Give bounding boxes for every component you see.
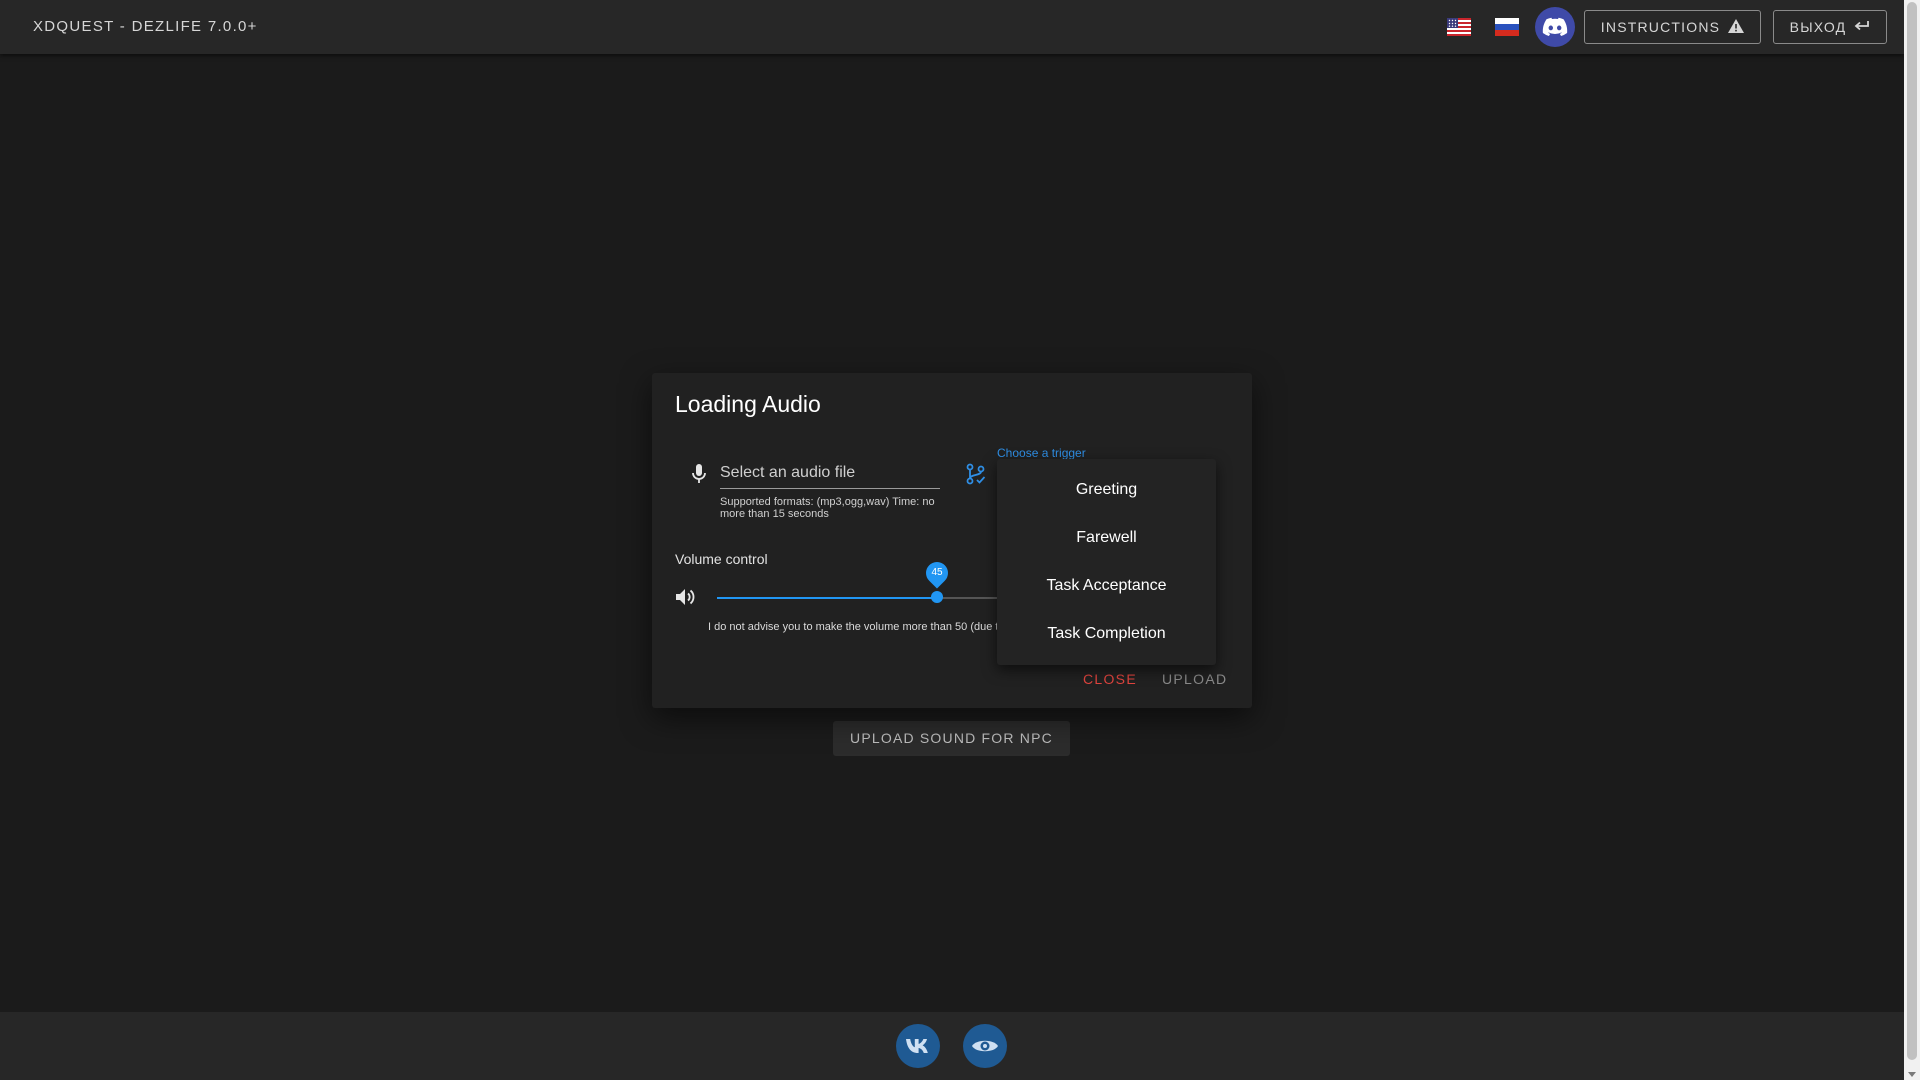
- trigger-dropdown-menu: Greeting Farewell Task Acceptance Task C…: [997, 459, 1216, 665]
- instructions-button[interactable]: INSTRUCTIONS: [1584, 10, 1761, 44]
- close-button[interactable]: CLOSE: [1083, 671, 1137, 687]
- audio-file-input[interactable]: Select an audio file: [720, 455, 940, 489]
- upload-button[interactable]: UPLOAD: [1162, 671, 1227, 687]
- upload-sound-for-npc-button[interactable]: UPLOAD SOUND FOR NPC: [833, 721, 1070, 756]
- exit-button[interactable]: ВЫХОД: [1773, 10, 1887, 44]
- dialog-title: Loading Audio: [675, 391, 821, 417]
- volume-warning-text: I do not advise you to make the volume m…: [708, 621, 998, 633]
- us-flag-icon[interactable]: [1447, 18, 1471, 36]
- volume-value-bubble: 45: [921, 557, 953, 589]
- trigger-option-task-acceptance[interactable]: Task Acceptance: [997, 562, 1216, 610]
- volume-slider-thumb[interactable]: [930, 591, 943, 603]
- trigger-select-label[interactable]: Choose a trigger: [997, 446, 1086, 460]
- page-scrollbar[interactable]: [1904, 0, 1920, 1080]
- warning-icon: [1728, 18, 1745, 36]
- volume-control-label: Volume control: [675, 551, 768, 567]
- speaker-icon[interactable]: [675, 587, 697, 612]
- app-title: XDQUEST - DEZLIFE 7.0.0+: [33, 18, 258, 35]
- instructions-label: INSTRUCTIONS: [1600, 19, 1721, 35]
- app-bar: XDQUEST - DEZLIFE 7.0.0+ INSTRUCTIONS ВЫ…: [0, 0, 1904, 54]
- file-format-hint: Supported formats: (mp3,ogg,wav) Time: n…: [720, 496, 935, 520]
- exit-label: ВЫХОД: [1789, 19, 1847, 35]
- trigger-option-task-completion[interactable]: Task Completion: [997, 610, 1216, 658]
- eye-icon[interactable]: [963, 1024, 1007, 1068]
- return-arrow-icon: [1854, 19, 1870, 35]
- trigger-option-farewell[interactable]: Farewell: [997, 514, 1216, 562]
- volume-slider-fill: [717, 597, 937, 599]
- branch-check-icon[interactable]: [966, 463, 986, 490]
- volume-value: 45: [931, 567, 943, 578]
- vk-icon[interactable]: [896, 1024, 940, 1068]
- scrollbar-thumb[interactable]: [1907, 2, 1917, 1060]
- footer: [0, 1012, 1904, 1080]
- ru-flag-icon[interactable]: [1495, 18, 1519, 36]
- discord-icon[interactable]: [1535, 7, 1575, 47]
- microphone-icon: [692, 464, 706, 489]
- scroll-down-arrow-icon[interactable]: [1908, 1072, 1916, 1077]
- trigger-option-greeting[interactable]: Greeting: [997, 466, 1216, 514]
